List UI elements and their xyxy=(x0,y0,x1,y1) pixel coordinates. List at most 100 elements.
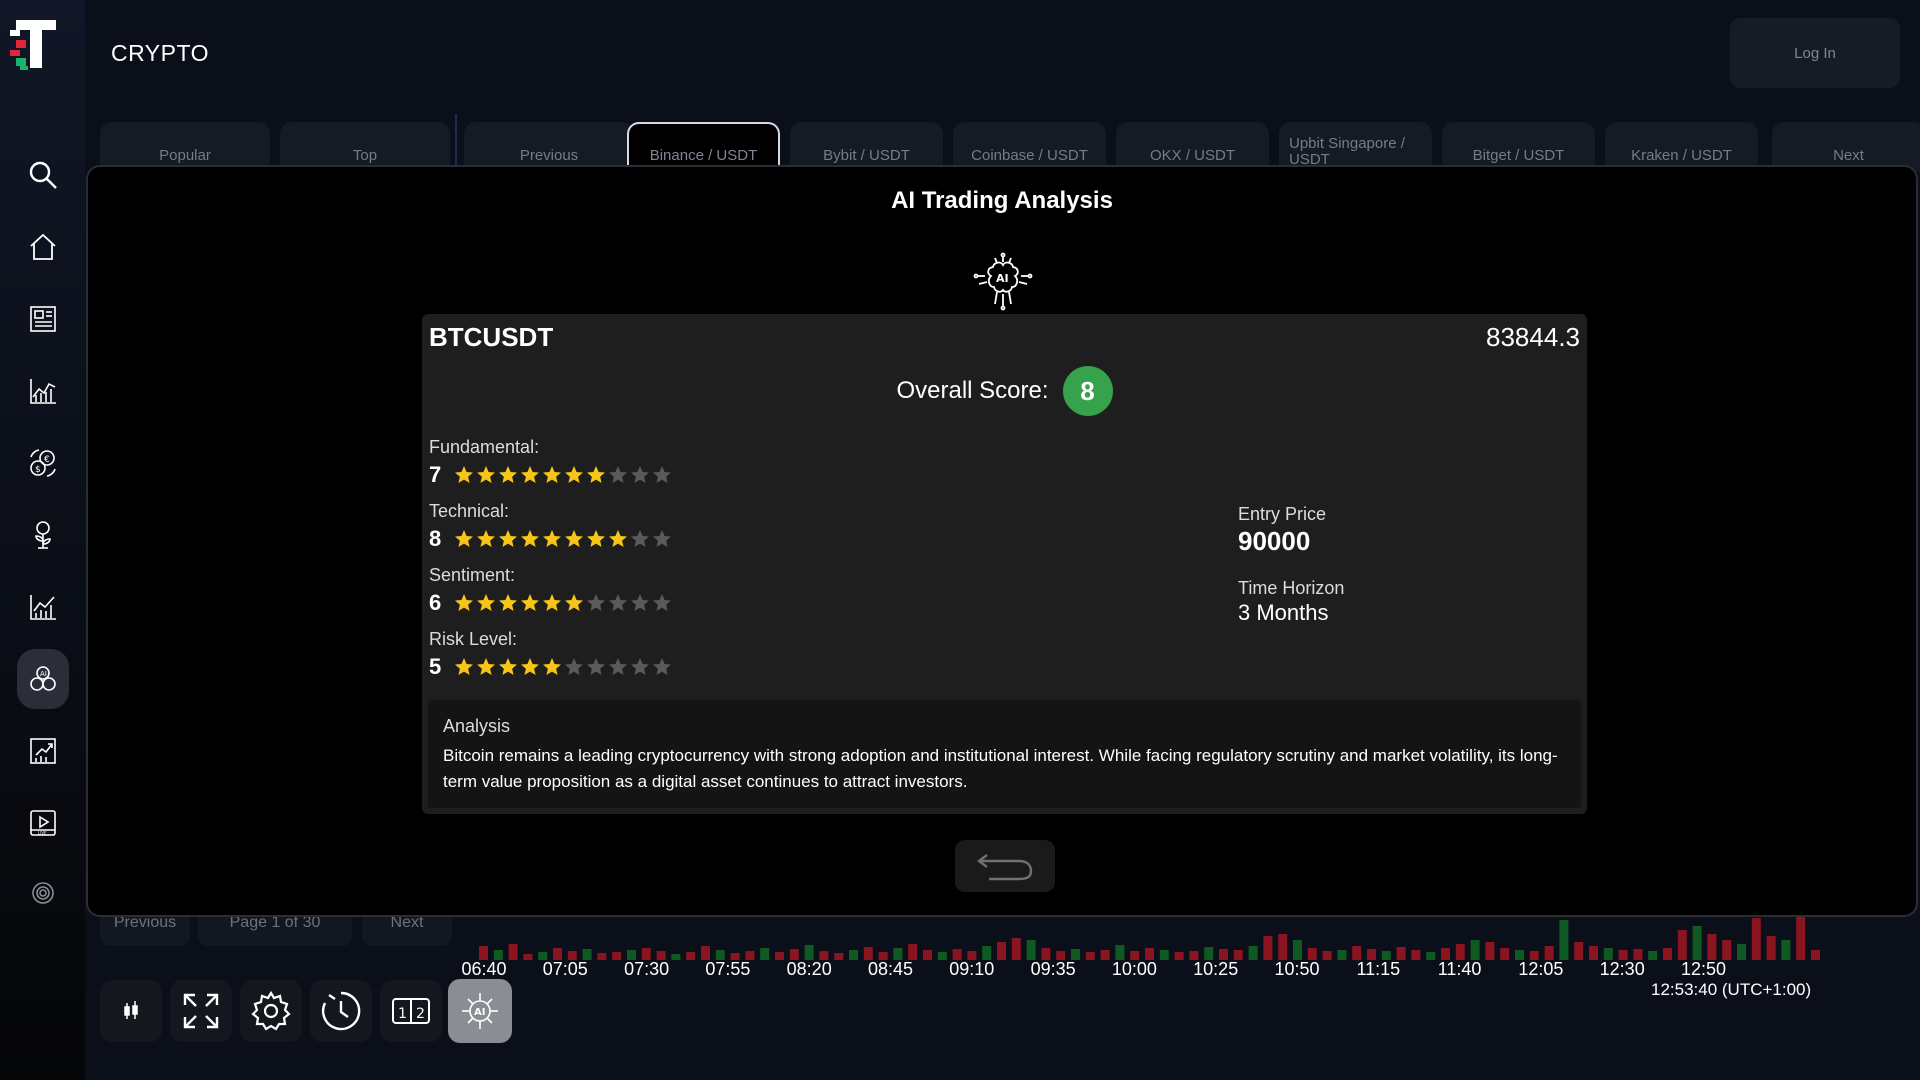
sidebar-item-stats[interactable] xyxy=(17,577,69,637)
star-empty-icon xyxy=(631,466,649,483)
time-horizon-label: Time Horizon xyxy=(1238,578,1345,598)
volume-bar xyxy=(597,953,607,960)
star-filled-icon xyxy=(565,466,583,483)
star-filled-icon xyxy=(455,530,473,547)
volume-bar xyxy=(1559,920,1569,960)
metric-value: 8 xyxy=(429,526,442,551)
star-empty-icon xyxy=(609,466,627,483)
plant-money-icon xyxy=(35,521,51,549)
candlestick-icon xyxy=(124,1001,138,1019)
analysis-card: BTCUSDT 83844.3 Overall Score: 8 Fundame… xyxy=(422,314,1587,814)
sidebar-item-invest[interactable] xyxy=(17,505,69,565)
volume-bar xyxy=(1322,951,1332,960)
volume-bar xyxy=(760,948,770,960)
svg-text:1: 1 xyxy=(398,1006,407,1022)
metric-label: Risk Level: xyxy=(429,629,518,649)
star-filled-icon xyxy=(499,658,517,675)
sidebar-item-live[interactable]: LIVE xyxy=(17,793,69,853)
volume-bar xyxy=(997,942,1006,960)
volume-bar xyxy=(612,952,622,960)
candlestick-button[interactable] xyxy=(100,980,162,1042)
star-filled-icon xyxy=(565,530,583,547)
sidebar-item-exchange[interactable]: $ € xyxy=(17,433,69,493)
star-empty-icon xyxy=(587,594,605,611)
star-empty-icon xyxy=(631,658,649,675)
time-label: 08:20 xyxy=(786,959,832,979)
volume-bar xyxy=(1085,952,1095,960)
analysis-title: Analysis xyxy=(443,716,511,736)
metric-fundamental: Fundamental: 7 xyxy=(429,437,672,488)
split-view-button[interactable]: 12 xyxy=(380,980,442,1042)
volume-bar xyxy=(1781,940,1791,960)
star-filled-icon xyxy=(587,466,605,483)
volume-bar xyxy=(1677,930,1687,960)
metric-technical: Technical: 8 xyxy=(429,501,672,552)
volume-bar xyxy=(1500,948,1510,960)
ai-brain-icon: AI xyxy=(462,993,498,1029)
history-button[interactable] xyxy=(310,980,372,1042)
star-filled-icon xyxy=(543,594,561,611)
sidebar-item-settings[interactable] xyxy=(17,863,69,923)
star-filled-icon xyxy=(521,530,539,547)
login-button[interactable]: Log In xyxy=(1730,18,1900,88)
sidebar-item-growth[interactable] xyxy=(17,721,69,781)
volume-bar xyxy=(1485,942,1495,960)
metric-sentiment: Sentiment: 6 xyxy=(429,565,672,616)
symbol-label: BTCUSDT xyxy=(429,322,554,352)
modal-title: AI Trading Analysis xyxy=(891,187,1113,214)
sidebar-item-news[interactable] xyxy=(17,289,69,349)
time-horizon-block: Time Horizon 3 Months xyxy=(1238,578,1344,626)
entry-price-value: 90000 xyxy=(1238,526,1311,556)
tab-divider xyxy=(455,114,457,166)
star-filled-icon xyxy=(543,658,561,675)
brand-title: CRYPTO xyxy=(111,40,210,66)
entry-price-label: Entry Price xyxy=(1238,504,1327,524)
time-label: 08:45 xyxy=(867,959,914,979)
sidebar-item-search[interactable] xyxy=(17,145,69,205)
app-logo[interactable] xyxy=(8,16,60,72)
star-empty-icon xyxy=(609,594,627,611)
star-filled-icon xyxy=(477,658,495,675)
star-filled-icon xyxy=(521,658,539,675)
time-label: 10:25 xyxy=(1193,959,1239,979)
time-label: 12:05 xyxy=(1518,959,1564,979)
sidebar-item-ai-analysis[interactable]: AI xyxy=(17,649,69,709)
back-button[interactable] xyxy=(955,840,1055,892)
star-empty-icon xyxy=(653,658,671,675)
overall-score-row: Overall Score: 8 xyxy=(422,366,1587,416)
volume-bar xyxy=(834,953,844,960)
ai-analysis-button[interactable]: AI xyxy=(448,979,512,1043)
fullscreen-icon xyxy=(183,993,219,1029)
volume-bar xyxy=(1455,944,1465,960)
volume-bar xyxy=(1115,945,1125,960)
time-label: 07:30 xyxy=(624,959,670,979)
analysis-text: Bitcoin remains a leading cryptocurrency… xyxy=(443,746,1558,791)
time-label: 09:10 xyxy=(949,959,995,979)
current-price: 83844.3 xyxy=(1486,322,1580,352)
volume-bar xyxy=(1751,918,1761,960)
sidebar-item-home[interactable] xyxy=(17,217,69,277)
volume-bar xyxy=(1352,946,1362,960)
star-filled-icon xyxy=(477,466,495,483)
volume-bar xyxy=(1263,936,1273,960)
volume-bar xyxy=(1426,952,1436,960)
star-filled-icon xyxy=(565,594,583,611)
exchange-icon: $€ xyxy=(30,449,56,477)
star-filled-icon xyxy=(543,466,561,483)
volume-bar xyxy=(1411,950,1421,960)
metric-value: 6 xyxy=(429,590,442,615)
volume-bar xyxy=(479,946,488,960)
settings-button[interactable] xyxy=(240,980,302,1042)
volume-bar xyxy=(1811,950,1820,960)
star-rating xyxy=(454,529,672,549)
volume-bar xyxy=(1722,940,1732,960)
sidebar-item-chart[interactable] xyxy=(17,361,69,421)
metric-value: 7 xyxy=(429,462,442,487)
star-filled-icon xyxy=(455,594,473,611)
star-filled-icon xyxy=(477,530,495,547)
fullscreen-button[interactable] xyxy=(170,980,232,1042)
star-filled-icon xyxy=(477,594,495,611)
svg-text:AI: AI xyxy=(996,272,1009,285)
volume-bar xyxy=(1174,952,1184,960)
volume-bar xyxy=(1707,934,1717,960)
